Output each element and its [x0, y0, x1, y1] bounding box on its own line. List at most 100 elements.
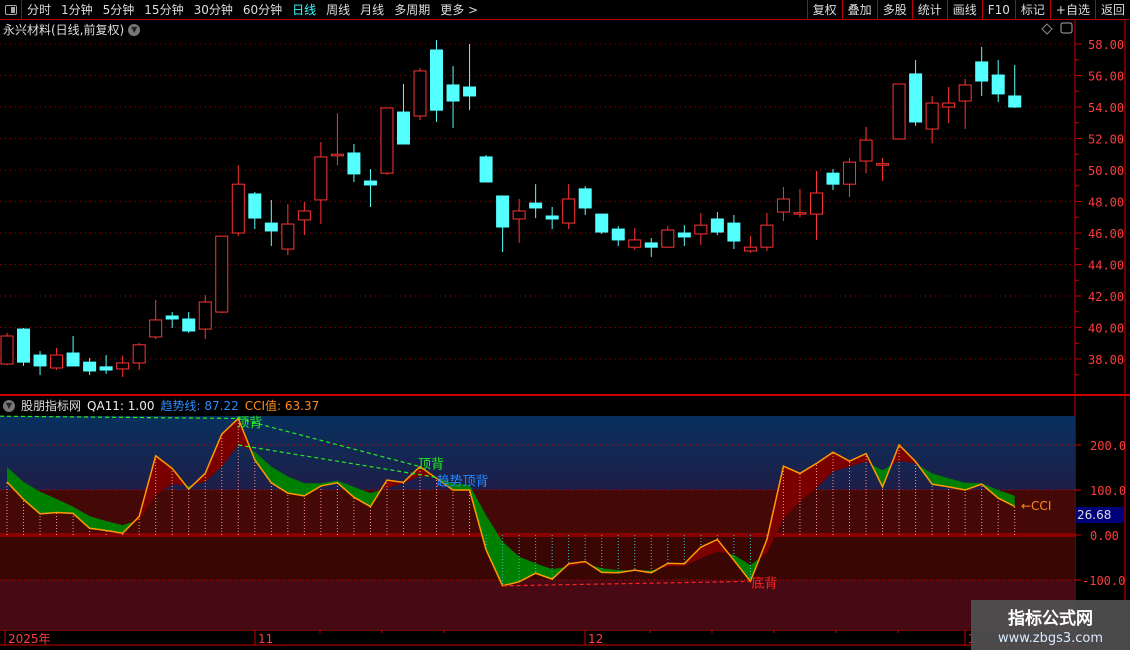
candle-body — [991, 74, 1005, 95]
price-tick-label: 54.00 — [1088, 101, 1124, 115]
candle — [50, 347, 64, 371]
candle-body — [595, 213, 609, 233]
candle — [248, 192, 262, 230]
candle-body — [843, 161, 857, 185]
indicator-name: 股朋指标网 — [21, 399, 82, 413]
candle-body — [942, 102, 956, 108]
diamond-icon — [1041, 23, 1053, 35]
candle — [182, 312, 196, 334]
cci-tick-label: 100.0 — [1090, 484, 1126, 498]
watermark: 指标公式网 www.zbgs3.com — [971, 600, 1130, 650]
candle-body — [727, 222, 741, 242]
candle-body — [132, 344, 146, 364]
candle-body — [562, 198, 576, 224]
candle-body — [264, 222, 278, 232]
candle-body — [809, 192, 823, 215]
candle — [297, 201, 311, 236]
candle — [545, 207, 559, 230]
price-tick-label: 46.00 — [1088, 227, 1124, 241]
candle — [859, 127, 873, 174]
divergence-label: 底背 — [751, 575, 777, 591]
positive-band — [0, 490, 1075, 535]
candle-body — [182, 318, 196, 332]
candle — [991, 60, 1005, 102]
candle-body — [644, 242, 658, 248]
candle-body — [446, 84, 460, 102]
candle-body — [677, 232, 691, 238]
price-tick-label: 58.00 — [1088, 38, 1124, 52]
candle-body — [892, 83, 906, 140]
candle-body — [694, 224, 708, 235]
candle-body — [859, 139, 873, 162]
cci-tick-label: 0.00 — [1090, 529, 1119, 543]
price-tick-label: 56.00 — [1088, 70, 1124, 84]
cci-tick-label: -100.0 — [1082, 574, 1125, 588]
qa-value: QA11: 1.00 — [87, 398, 155, 413]
candle — [529, 184, 543, 219]
candle — [942, 86, 956, 124]
candle — [562, 184, 576, 230]
candle-body — [396, 111, 410, 145]
date-label: 2025年 — [8, 632, 51, 646]
candle — [743, 236, 757, 254]
candle — [149, 299, 163, 339]
candle-body — [826, 172, 840, 185]
candle — [512, 198, 526, 243]
candle-body — [198, 301, 212, 330]
candle — [628, 227, 642, 251]
cursor-value-label: 26.68 — [1076, 507, 1124, 523]
candle-body — [975, 61, 989, 82]
candle-body — [165, 315, 179, 320]
candle — [595, 213, 609, 234]
candle — [479, 155, 493, 183]
candle — [33, 351, 47, 376]
candle-body — [578, 188, 592, 209]
oversold-band — [0, 580, 1075, 630]
candle — [611, 226, 625, 247]
candle — [876, 158, 890, 182]
candle — [793, 188, 807, 218]
candle-body — [33, 354, 47, 367]
candle — [430, 40, 444, 122]
candle — [83, 358, 97, 376]
candle — [809, 170, 823, 240]
candle-body — [347, 152, 361, 175]
candle — [215, 235, 229, 314]
date-label: 12 — [588, 632, 603, 646]
watermark-url: www.zbgs3.com — [997, 631, 1104, 646]
price-tick-label: 48.00 — [1088, 196, 1124, 210]
candle-body — [297, 210, 311, 221]
candle-body — [215, 235, 229, 313]
candle — [281, 204, 295, 256]
candle-body — [661, 229, 675, 248]
candle-body — [479, 156, 493, 183]
candle — [99, 355, 113, 374]
candle-body — [463, 86, 477, 97]
candle — [198, 295, 212, 339]
price-tick-label: 38.00 — [1088, 353, 1124, 367]
candle-body — [248, 193, 262, 219]
candle — [17, 327, 31, 366]
candle-body — [710, 218, 724, 233]
candle — [710, 212, 724, 236]
chart-canvas[interactable]: 38.00 40.00 42.00 44.00 46.00 48.00 50.00 52.00… — [0, 0, 1130, 650]
candle — [496, 195, 510, 253]
candle-body — [330, 153, 344, 157]
candle — [363, 169, 377, 208]
price-tick-label: 44.00 — [1088, 259, 1124, 273]
candle — [975, 46, 989, 96]
candle-body — [0, 335, 14, 365]
candle-body — [413, 70, 427, 117]
candle-body — [231, 183, 245, 234]
candle — [463, 44, 477, 111]
chevron-down-icon[interactable]: ▼ — [3, 399, 15, 412]
cci-value: CCI值: 63.37 — [244, 399, 320, 413]
candle-body — [17, 328, 31, 363]
candle-body — [99, 366, 113, 371]
candle-body — [314, 156, 328, 201]
candle-body — [1008, 95, 1022, 108]
candle — [446, 66, 460, 128]
candle — [909, 60, 923, 126]
candle-body — [958, 84, 972, 102]
date-label: 11 — [258, 632, 273, 646]
